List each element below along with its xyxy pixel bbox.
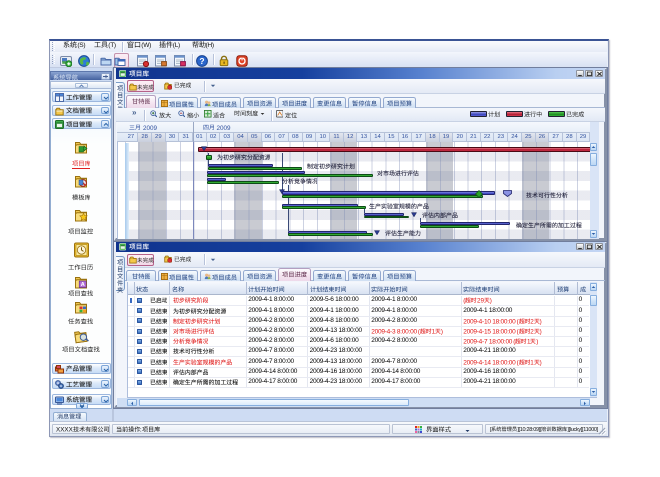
svg-text:?: ?: [199, 56, 204, 66]
svg-text:A: A: [81, 282, 85, 288]
